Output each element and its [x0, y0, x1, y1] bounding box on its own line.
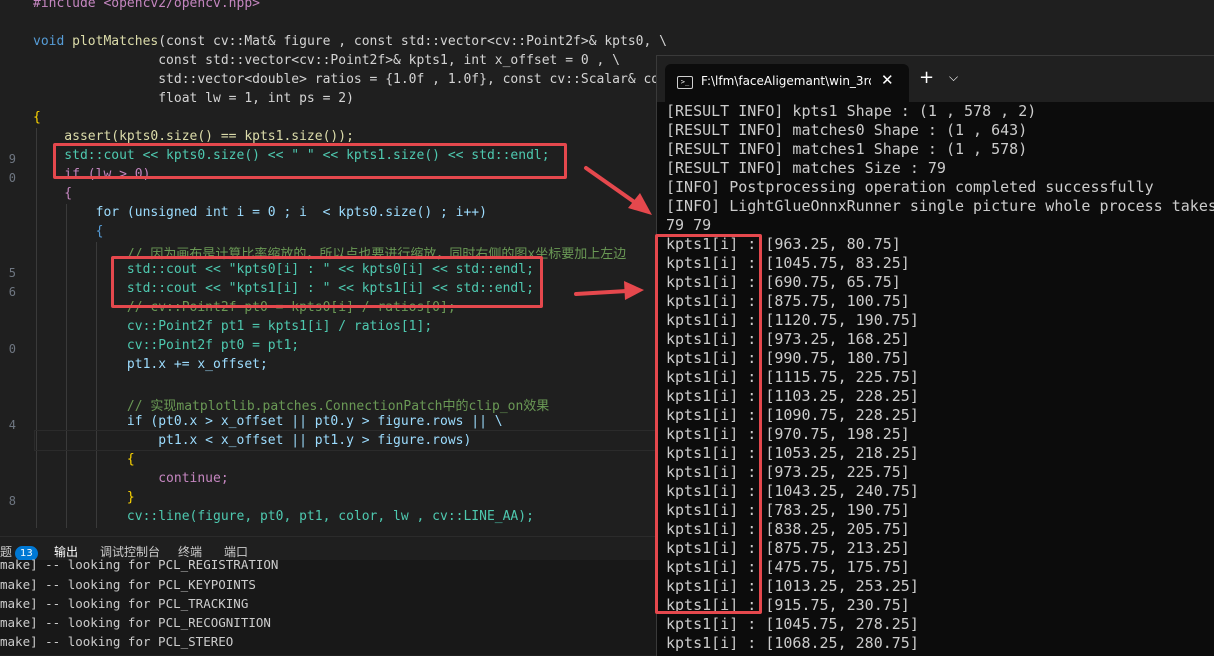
terminal-line: [RESULT INFO] matches Size : 79 [666, 159, 946, 177]
highlight-box-kpts-output [655, 234, 762, 614]
line-number: 8 [8, 494, 16, 508]
code-line[interactable]: cv::Point2f pt0 = pt1; [33, 338, 299, 353]
line-number: 6 [8, 285, 16, 299]
code-line[interactable]: { [33, 452, 135, 467]
terminal-icon: >_ [677, 76, 693, 89]
terminal-tab[interactable]: >_ F:\lfm\faceAligemant\win_3rd ✕ [665, 64, 909, 102]
line-number: 9 [8, 152, 16, 166]
terminal-line: kpts1[i] : [1045.75, 278.25] [666, 615, 919, 633]
code-line[interactable]: #include <opencv2/opencv.hpp> [33, 0, 260, 11]
chevron-down-icon[interactable]: ⌵ [949, 70, 958, 85]
code-line[interactable]: std::vector<double> ratios = {1.0f , 1.0… [33, 72, 667, 87]
code-line[interactable]: { [33, 224, 104, 239]
new-tab-button[interactable]: + [919, 67, 934, 88]
arrow-icon [584, 166, 652, 215]
terminal-line: 79 79 [666, 216, 712, 234]
code-line[interactable]: } [33, 490, 135, 505]
code-line[interactable]: { [33, 110, 41, 125]
output-line: make] -- looking for PCL_REGISTRATION [0, 557, 279, 572]
terminal-line: kpts1[i] : [1068.25, 280.75] [666, 634, 919, 652]
code-line[interactable]: pt1.x < x_offset || pt1.y > figure.rows) [33, 433, 471, 448]
code-line[interactable]: { [33, 186, 72, 201]
code-line[interactable]: pt1.x += x_offset; [33, 357, 268, 372]
terminal-line: [INFO] LightGlueOnnxRunner single pictur… [666, 197, 1214, 215]
output-line: make] -- looking for PCL_KEYPOINTS [0, 577, 256, 592]
output-line: make] -- looking for PCL_RECOGNITION [0, 615, 271, 630]
terminal-titlebar: >_ F:\lfm\faceAligemant\win_3rd ✕ + ⌵ [657, 56, 1214, 102]
line-number: 0 [8, 171, 16, 185]
code-line[interactable]: const std::vector<cv::Point2f>& kpts1, i… [33, 53, 620, 68]
code-line[interactable]: continue; [33, 471, 228, 486]
line-number: 5 [8, 266, 16, 280]
code-line[interactable]: float lw = 1, int ps = 2) [33, 91, 354, 106]
terminal-tab-title: F:\lfm\faceAligemant\win_3rd [701, 74, 871, 88]
code-line[interactable]: // 实现matplotlib.patches.ConnectionPatch中… [33, 395, 549, 414]
code-line[interactable]: cv::line(figure, pt0, pt1, color, lw , c… [33, 509, 534, 524]
line-number: 4 [8, 418, 16, 432]
output-line: make] -- looking for PCL_STEREO [0, 634, 234, 649]
terminal-line: [RESULT INFO] matches0 Shape : (1 , 643) [666, 121, 1028, 139]
code-line[interactable]: cv::Point2f pt1 = kpts1[i] / ratios[1]; [33, 319, 432, 334]
code-line[interactable]: assert(kpts0.size() == kpts1.size()); [33, 129, 354, 144]
code-line[interactable]: for (unsigned int i = 0 ; i < kpts0.size… [33, 205, 487, 220]
line-number: 0 [8, 342, 16, 356]
highlight-box-cout-sizes [53, 143, 567, 179]
highlight-box-cout-kpts [111, 256, 543, 308]
code-line[interactable]: if (pt0.x > x_offset || pt0.y > figure.r… [33, 414, 503, 429]
arrow-icon [574, 281, 644, 300]
terminal-line: [RESULT INFO] matches1 Shape : (1 , 578) [666, 140, 1028, 158]
output-panel[interactable]: make] -- looking for PCL_REGISTRATION ma… [0, 557, 660, 655]
output-line: make] -- looking for PCL_TRACKING [0, 596, 249, 611]
close-tab-icon[interactable]: ✕ [881, 71, 894, 89]
terminal-line: [RESULT INFO] kpts1 Shape : (1 , 578 , 2… [666, 102, 1037, 120]
code-line[interactable]: void plotMatches(const cv::Mat& figure ,… [33, 34, 667, 49]
terminal-line: [INFO] Postprocessing operation complete… [666, 178, 1154, 196]
